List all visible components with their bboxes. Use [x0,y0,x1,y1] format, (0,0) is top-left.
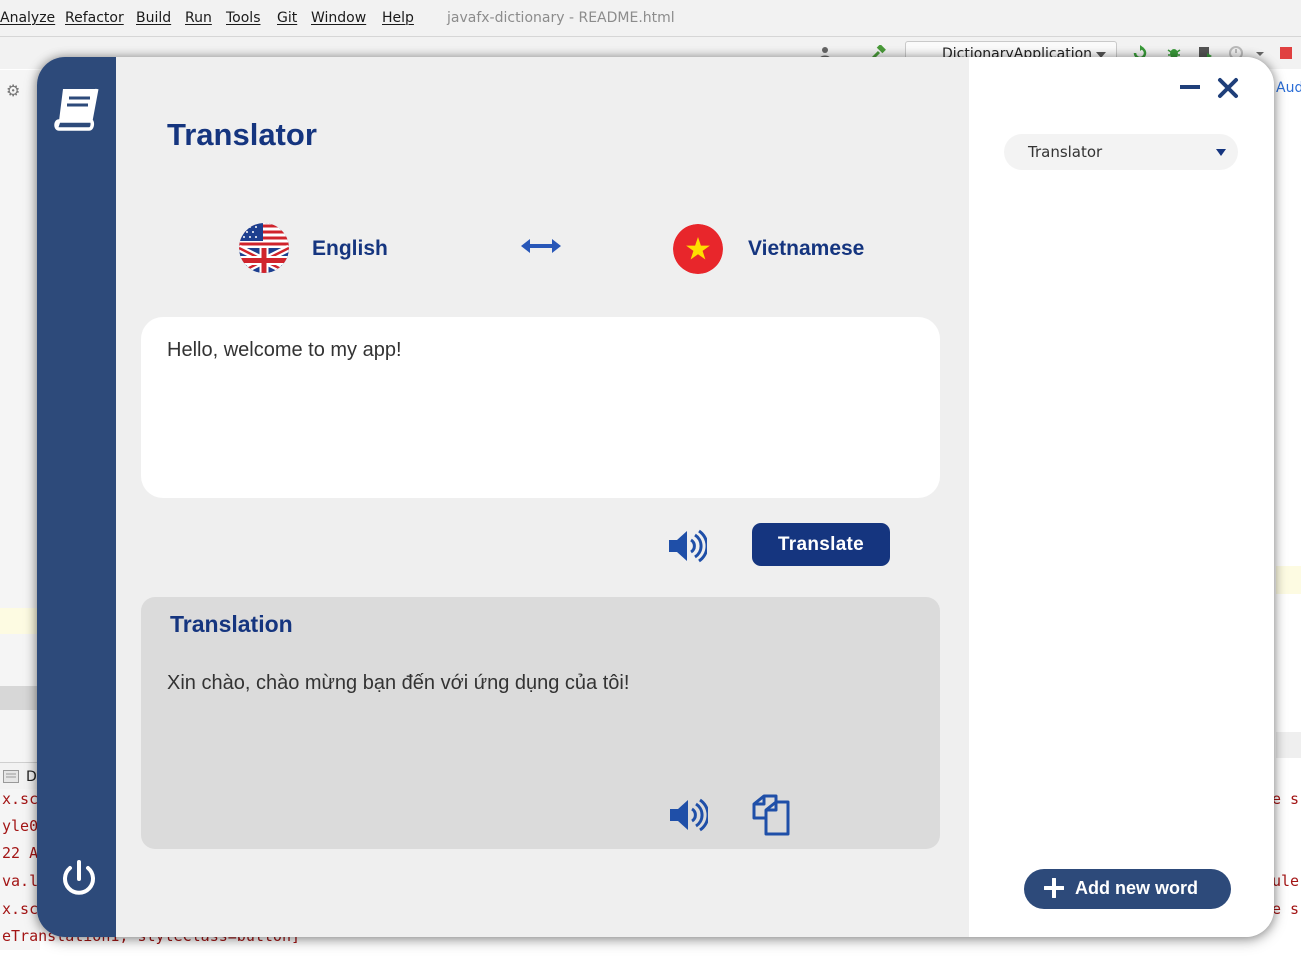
console-line: e s [1272,790,1300,808]
ide-menubar: Analyze Refactor Build Run Tools Git Win… [0,0,1301,37]
editor-highlight [1276,566,1301,594]
source-text-value[interactable]: Hello, welcome to my app! [167,339,402,362]
menu-analyze[interactable]: Analyze [0,10,55,26]
console-line: x.sc [2,900,39,918]
editor-scroll-region [1276,732,1301,758]
menu-help[interactable]: Help [382,10,414,26]
ide-window-title: javafx-dictionary - README.html [447,10,675,26]
stop-icon[interactable] [1278,45,1294,61]
translator-panel: Translator English Vietnamese Hello, wel… [116,57,969,937]
menu-run[interactable]: Run [185,10,212,26]
speaker-icon[interactable] [667,529,707,563]
translation-text: Xin chào, chào mừng bạn đến với ứng dụng… [167,672,630,694]
editor-highlight [0,608,40,634]
menu-refactor[interactable]: Refactor [65,10,124,26]
vietnam-flag-icon[interactable] [673,224,723,274]
mode-dropdown-value: Translator [1028,143,1103,161]
add-new-word-button[interactable]: Add new word [1024,869,1231,909]
ide-right-tab[interactable]: Aud [1276,80,1301,96]
gear-icon[interactable]: ⚙ [6,81,20,100]
page-title: Translator [167,117,317,152]
add-new-word-label: Add new word [1075,878,1198,898]
plus-icon [1044,878,1064,898]
menu-window[interactable]: Window [311,10,366,26]
translation-heading: Translation [170,611,293,637]
console-icon [3,770,19,783]
right-pane: Translator Add new word [969,57,1274,937]
console-line: 22 A [2,844,39,862]
book-icon[interactable] [53,85,103,133]
target-language-label[interactable]: Vietnamese [748,237,864,261]
translate-button[interactable]: Translate [752,523,890,566]
copy-icon[interactable] [750,794,792,836]
uk-flag-icon[interactable] [239,223,289,273]
console-line: ule [1272,872,1300,890]
menu-build[interactable]: Build [136,10,171,26]
speaker-icon[interactable] [668,798,708,832]
sidebar [37,57,116,937]
translation-output: Translation Xin chào, chào mừng bạn đến … [141,597,940,849]
minimize-icon[interactable] [1179,78,1201,96]
source-language-label[interactable]: English [312,237,388,261]
power-icon[interactable] [57,857,101,901]
console-header: D [0,762,40,789]
close-icon[interactable] [1217,77,1239,99]
menu-git[interactable]: Git [277,10,297,26]
console-line: x.sc [2,790,39,808]
mode-dropdown[interactable]: Translator [1004,134,1238,170]
console-line: e s [1272,900,1300,918]
dictionary-app-window: Translator English Vietnamese Hello, wel… [37,57,1274,937]
source-text-input[interactable]: Hello, welcome to my app! [141,317,940,498]
editor-scroll-region [0,686,40,710]
swap-arrows-icon[interactable] [521,235,561,257]
chevron-down-icon [1216,149,1226,156]
menu-tools[interactable]: Tools [226,10,261,26]
console-tab-label[interactable]: D [26,769,37,785]
console-line: yle0 [2,817,39,835]
console-line: va.l [2,872,39,890]
